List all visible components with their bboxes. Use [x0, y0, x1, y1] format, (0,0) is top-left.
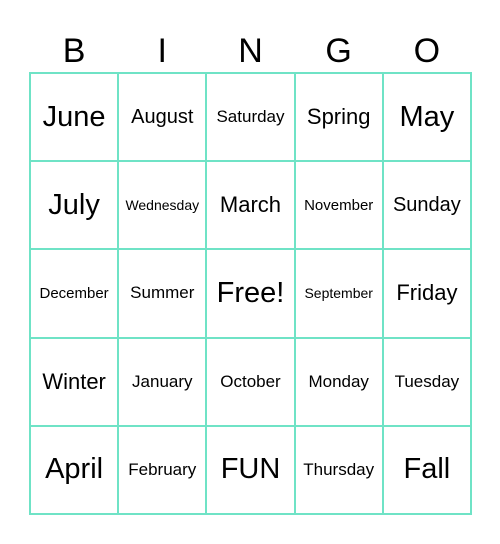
bingo-cell[interactable]: Thursday	[294, 425, 383, 514]
bingo-cell[interactable]: Friday	[382, 249, 471, 338]
bingo-header: B I N G O	[30, 30, 471, 72]
bingo-cell[interactable]: October	[206, 337, 295, 426]
bingo-cell[interactable]: Winter	[30, 337, 119, 426]
bingo-cell[interactable]: Monday	[294, 337, 383, 426]
bingo-cell[interactable]: FUN	[206, 425, 295, 514]
bingo-cell[interactable]: September	[294, 249, 383, 338]
bingo-cell[interactable]: January	[118, 337, 207, 426]
bingo-cell[interactable]: July	[30, 161, 119, 250]
free-space[interactable]: Free!	[206, 249, 295, 338]
bingo-cell[interactable]: Summer	[118, 249, 207, 338]
bingo-grid: June August Saturday Spring May July Wed…	[29, 72, 472, 515]
bingo-cell[interactable]: February	[118, 425, 207, 514]
header-letter-o: O	[413, 32, 441, 70]
bingo-cell[interactable]: May	[382, 73, 471, 162]
bingo-cell[interactable]: November	[294, 161, 383, 250]
bingo-cell[interactable]: Fall	[382, 425, 471, 514]
header-letter-g: G	[325, 32, 352, 70]
bingo-cell[interactable]: Sunday	[382, 161, 471, 250]
bingo-cell[interactable]: Tuesday	[382, 337, 471, 426]
header-letter-b: B	[62, 32, 86, 70]
bingo-cell[interactable]: Saturday	[206, 73, 295, 162]
bingo-cell[interactable]: April	[30, 425, 119, 514]
header-letter-n: N	[238, 32, 263, 70]
bingo-cell[interactable]: March	[206, 161, 295, 250]
bingo-cell[interactable]: August	[118, 73, 207, 162]
bingo-cell[interactable]: Spring	[294, 73, 383, 162]
bingo-cell[interactable]: Wednesday	[118, 161, 207, 250]
bingo-cell[interactable]: December	[30, 249, 119, 338]
bingo-cell[interactable]: June	[30, 73, 119, 162]
header-letter-i: I	[157, 32, 167, 70]
